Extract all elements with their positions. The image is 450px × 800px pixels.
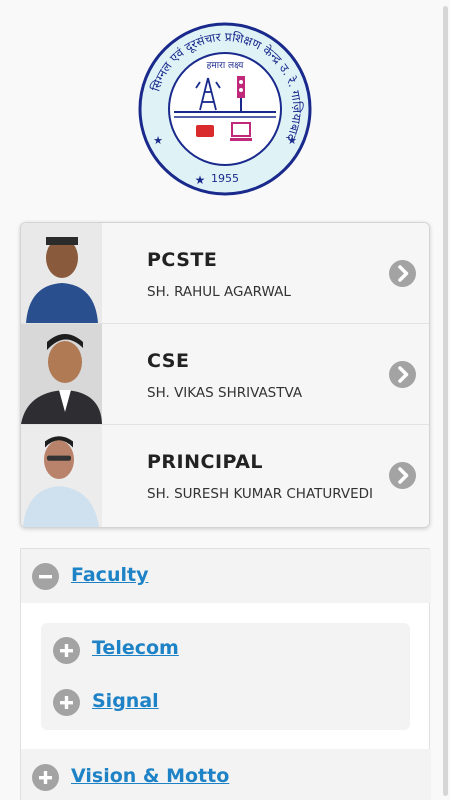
official-name: SH. SURESH KUMAR CHATURVEDI <box>147 486 374 502</box>
logo-year: 1955 <box>211 172 239 185</box>
plus-icon[interactable] <box>53 689 80 716</box>
list-item-principal[interactable]: PRINCIPAL SH. SURESH KUMAR CHATURVEDI <box>21 425 429 527</box>
role-title: CSE <box>147 350 190 372</box>
telecom-link[interactable]: Telecom <box>92 637 179 659</box>
vision-motto-link[interactable]: Vision & Motto <box>71 765 229 787</box>
plus-icon[interactable] <box>53 637 80 664</box>
star-icon: ★ <box>195 173 206 187</box>
chevron-right-icon <box>389 260 416 287</box>
officials-list: PCSTE SH. RAHUL AGARWAL CSE SH. VIKAS SH… <box>20 222 430 528</box>
chevron-right-icon <box>389 361 416 388</box>
faculty-accordion-header[interactable]: Faculty <box>21 549 431 603</box>
faculty-sub-list: Telecom Signal <box>41 623 410 730</box>
institute-logo: सिग्नल एवं दूरसंचार प्रशिक्षण केन्द्र उ.… <box>138 22 312 196</box>
official-photo <box>21 223 102 323</box>
scrollbar-thumb[interactable] <box>443 6 448 796</box>
list-item-cse[interactable]: CSE SH. VIKAS SHRIVASTVA <box>21 324 429 425</box>
logo-inner-text: हमारा लक्ष्य <box>207 61 244 71</box>
signal-link[interactable]: Signal <box>92 690 159 712</box>
vision-accordion-header[interactable]: Vision & Motto <box>21 749 431 800</box>
role-title: PCSTE <box>147 249 218 271</box>
official-photo <box>21 324 102 424</box>
faculty-link[interactable]: Faculty <box>71 564 148 586</box>
list-item-pcste[interactable]: PCSTE SH. RAHUL AGARWAL <box>21 223 429 324</box>
official-photo <box>21 425 102 527</box>
role-title: PRINCIPAL <box>147 451 264 473</box>
star-icon: ★ <box>153 134 163 147</box>
official-name: SH. VIKAS SHRIVASTVA <box>147 385 303 401</box>
chevron-right-icon <box>389 462 416 489</box>
minus-icon[interactable] <box>32 563 59 590</box>
plus-icon[interactable] <box>32 764 59 791</box>
accordion: Faculty Telecom Signal Vision & Motto <box>20 548 431 800</box>
star-icon: ★ <box>287 134 297 147</box>
official-name: SH. RAHUL AGARWAL <box>147 284 291 300</box>
scrollbar[interactable] <box>442 0 450 800</box>
